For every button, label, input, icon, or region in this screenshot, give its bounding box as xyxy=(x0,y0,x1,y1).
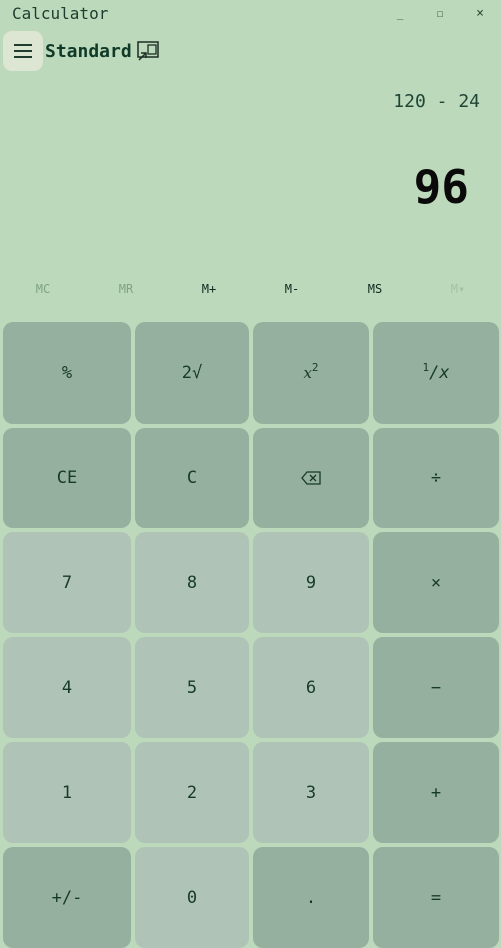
multiply-button[interactable]: × xyxy=(373,532,499,633)
digit-4-button[interactable]: 4 xyxy=(3,637,131,738)
square-root-button[interactable]: 2√ xyxy=(135,322,249,424)
digit-7-button[interactable]: 7 xyxy=(3,532,131,633)
digit-1-button[interactable]: 1 xyxy=(3,742,131,843)
mode-title: Standard xyxy=(45,41,132,62)
maximize-button[interactable]: ☐ xyxy=(425,5,455,23)
divide-label: ÷ xyxy=(430,468,442,488)
close-button[interactable]: × xyxy=(465,5,495,23)
keep-on-top-icon xyxy=(137,41,159,61)
subtract-button[interactable]: − xyxy=(373,637,499,738)
memory-recall-button[interactable]: MR xyxy=(96,278,156,300)
minimize-button[interactable]: _ xyxy=(385,5,415,23)
divide-button[interactable]: ÷ xyxy=(373,428,499,528)
equals-button[interactable]: = xyxy=(373,847,499,948)
calculator-window: Calculator _ ☐ × Standard 120 - 24 96 MC… xyxy=(0,0,501,948)
digit-9-button[interactable]: 9 xyxy=(253,532,369,633)
add-button[interactable]: + xyxy=(373,742,499,843)
memory-subtract-button[interactable]: M- xyxy=(262,278,322,300)
memory-store-button[interactable]: MS xyxy=(345,278,405,300)
expression-display: 120 - 24 xyxy=(393,91,480,112)
reciprocal-button[interactable]: 1/x xyxy=(373,322,499,424)
hamburger-icon xyxy=(14,44,32,58)
digit-0-label: 0 xyxy=(186,887,198,908)
memory-row: MC MR M+ M- MS M▾ xyxy=(0,278,501,300)
digit-4-label: 4 xyxy=(61,677,73,698)
navigation-menu-button[interactable] xyxy=(3,31,43,71)
negate-label: +/- xyxy=(51,887,83,908)
square-root-label: 2√ xyxy=(181,363,203,383)
keep-on-top-button[interactable] xyxy=(137,41,159,61)
add-label: + xyxy=(430,782,442,803)
digit-6-label: 6 xyxy=(305,677,317,698)
subtract-label: − xyxy=(430,677,442,698)
square-button[interactable]: x2 xyxy=(253,322,369,424)
backspace-icon xyxy=(301,471,321,485)
backspace-button[interactable] xyxy=(253,428,369,528)
clear-button[interactable]: C xyxy=(135,428,249,528)
digit-2-label: 2 xyxy=(186,782,198,803)
equals-label: = xyxy=(430,887,442,908)
title-bar: Calculator _ ☐ × xyxy=(0,0,501,28)
digit-8-button[interactable]: 8 xyxy=(135,532,249,633)
app-title: Calculator xyxy=(12,4,109,23)
digit-3-button[interactable]: 3 xyxy=(253,742,369,843)
reciprocal-numerator-label: 1 xyxy=(422,360,430,374)
digit-5-label: 5 xyxy=(186,677,198,698)
decimal-button[interactable]: . xyxy=(253,847,369,948)
clear-entry-button[interactable]: CE xyxy=(3,428,131,528)
clear-entry-label: CE xyxy=(56,468,78,488)
digit-7-label: 7 xyxy=(61,572,73,593)
digit-9-label: 9 xyxy=(305,572,317,593)
digit-6-button[interactable]: 6 xyxy=(253,637,369,738)
memory-clear-button[interactable]: MC xyxy=(13,278,73,300)
digit-8-label: 8 xyxy=(186,572,198,593)
digit-2-button[interactable]: 2 xyxy=(135,742,249,843)
clear-label: C xyxy=(186,468,198,488)
reciprocal-denominator-label: /x xyxy=(429,363,450,383)
negate-button[interactable]: +/- xyxy=(3,847,131,948)
multiply-label: × xyxy=(430,572,442,593)
digit-0-button[interactable]: 0 xyxy=(135,847,249,948)
memory-list-button[interactable]: M▾ xyxy=(428,278,488,300)
square-exponent-label: 2 xyxy=(311,360,319,374)
digit-3-label: 3 xyxy=(305,782,317,803)
digit-5-button[interactable]: 5 xyxy=(135,637,249,738)
percent-button[interactable]: % xyxy=(3,322,131,424)
result-display: 96 xyxy=(413,160,469,214)
percent-label: % xyxy=(61,363,73,383)
square-base-label: x xyxy=(303,364,312,382)
decimal-label: . xyxy=(305,887,317,908)
memory-add-button[interactable]: M+ xyxy=(179,278,239,300)
digit-1-label: 1 xyxy=(61,782,73,803)
